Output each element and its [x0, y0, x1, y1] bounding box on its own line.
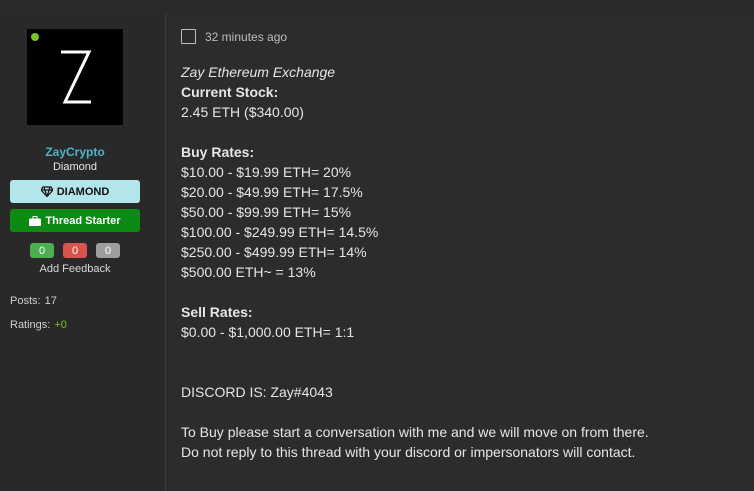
user-sidebar: ZayCrypto Diamond DIAMOND Thread Starter… — [0, 14, 166, 491]
briefcase-icon — [29, 215, 42, 226]
online-indicator-icon — [31, 33, 39, 41]
sell-rate-line: $0.00 - $1,000.00 ETH= 1:1 — [181, 324, 355, 340]
posts-label: Posts: — [10, 295, 41, 307]
instruction-line: To Buy please start a conversation with … — [181, 424, 649, 440]
buy-rate-line: $100.00 - $249.99 ETH= 14.5% — [181, 224, 379, 240]
avatar-z-logo — [61, 50, 92, 104]
ratings-label: Ratings: — [10, 319, 51, 331]
username-link[interactable]: ZayCrypto — [0, 145, 150, 159]
stock-value: 2.45 ETH ($340.00) — [181, 104, 304, 120]
thread-starter-banner: Thread Starter — [10, 209, 140, 232]
post-timestamp[interactable]: 32 minutes ago — [205, 30, 287, 44]
instruction-line: Do not reply to this thread with your di… — [181, 444, 636, 460]
sell-rates-heading: Sell Rates: — [181, 304, 253, 320]
buy-rate-line: $250.00 - $499.99 ETH= 14% — [181, 244, 367, 260]
buy-rate-line: $20.00 - $49.99 ETH= 17.5% — [181, 184, 363, 200]
ratings-stat: Ratings: +0 — [10, 319, 67, 331]
post-body: Zay Ethereum Exchange Current Stock: 2.4… — [181, 62, 741, 462]
posts-value: 17 — [44, 295, 57, 307]
discord-line: DISCORD IS: Zay#4043 — [181, 384, 333, 400]
thread-starter-label: Thread Starter — [45, 214, 121, 227]
select-post-checkbox[interactable] — [181, 29, 196, 44]
neutral-feedback-count[interactable]: 0 — [96, 243, 120, 258]
feedback-counts: 0 0 0 — [0, 243, 150, 258]
add-feedback-link[interactable]: Add Feedback — [0, 263, 150, 275]
buy-rate-line: $10.00 - $19.99 ETH= 20% — [181, 164, 352, 180]
posts-stat: Posts: 17 — [10, 295, 57, 307]
positive-feedback-count[interactable]: 0 — [30, 243, 54, 258]
stock-heading: Current Stock: — [181, 84, 279, 100]
user-title: Diamond — [52, 161, 98, 173]
buy-rate-line: $50.00 - $99.99 ETH= 15% — [181, 204, 352, 220]
avatar[interactable] — [27, 29, 123, 125]
buy-rates-heading: Buy Rates: — [181, 144, 255, 160]
diamond-banner: DIAMOND — [10, 180, 140, 203]
buy-rate-line: $500.00 ETH~ = 13% — [181, 264, 316, 280]
top-strip — [0, 0, 754, 14]
diamond-banner-label: DIAMOND — [56, 185, 110, 198]
negative-feedback-count[interactable]: 0 — [63, 243, 87, 258]
ratings-value: +0 — [54, 319, 67, 331]
post-title: Zay Ethereum Exchange — [181, 64, 336, 80]
diamond-icon — [40, 186, 53, 197]
